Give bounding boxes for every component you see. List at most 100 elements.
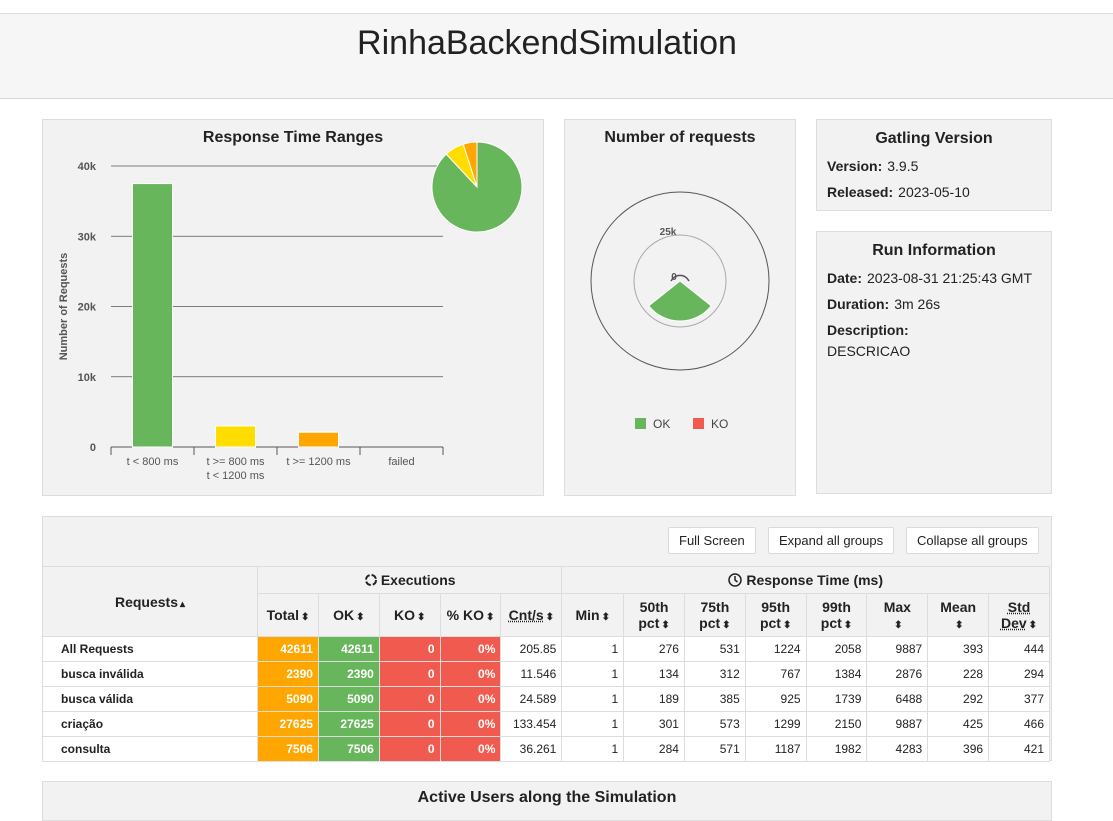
cell-total: 27625: [257, 711, 319, 737]
description-label: Description:: [827, 322, 909, 338]
table-row[interactable]: busca válida 5090 5090 0 0% 24.589 1 189 385 925 1…: [41, 686, 1050, 712]
column-header-ko[interactable]: % KO ⬍: [439, 593, 502, 637]
cell-ko: 0: [378, 736, 441, 762]
sort-icon: ⬍: [485, 612, 495, 623]
cell-max: 6488: [866, 686, 929, 712]
cell-mean: 393: [927, 636, 990, 662]
cell-min: 1: [561, 711, 625, 737]
cell-cnt-s: 205.85: [500, 636, 563, 662]
cell-ko: 0: [378, 686, 441, 712]
cell-99th-pct: 1739: [805, 686, 868, 712]
sort-icon: ⬍: [300, 612, 310, 623]
run-information-title: Run Information: [872, 242, 996, 259]
cell-ok: 2390: [317, 661, 380, 687]
version-label: Version:: [827, 158, 883, 174]
request-name[interactable]: busca inválida: [41, 661, 259, 687]
table-row[interactable]: All Requests 42611 42611 0 0% 205.85 1 276 531 12…: [41, 636, 1050, 662]
cell-50th-pct: 134: [623, 661, 685, 687]
cell-cnt-s: 24.589: [500, 686, 563, 712]
sort-icon: ⬍: [843, 620, 853, 631]
request-name[interactable]: criação: [41, 711, 259, 737]
description-value: DESCRICAO: [827, 343, 911, 359]
cell-95th-pct: 925: [744, 686, 807, 712]
sort-icon: ⬍: [954, 620, 964, 631]
column-header-label: Min: [575, 607, 600, 623]
column-header-total[interactable]: Total ⬍: [257, 593, 319, 637]
column-header-label: KO: [394, 607, 415, 623]
cell-95th-pct: 1299: [744, 711, 807, 737]
cell-min: 1: [561, 636, 625, 662]
bar-t-800-ms: [132, 183, 173, 448]
cell-ko: 0: [378, 711, 441, 737]
cell-ok: 5090: [317, 686, 380, 712]
duration-value: 3m 26s: [894, 296, 941, 312]
cell-max: 2876: [866, 661, 929, 687]
response-time-header: Response Time (ms): [561, 566, 1050, 594]
column-header-std-dev[interactable]: Std Dev ⬍: [988, 593, 1050, 637]
response-time-ranges-chart: 0 10k 20k 30k 40k Number of Requests t < 800 m…: [58, 141, 523, 482]
column-header-75th-pct[interactable]: 75th pct ⬍: [683, 593, 746, 637]
cell-std-dev: 444: [988, 636, 1050, 662]
column-header-max[interactable]: Max ⬍: [866, 593, 929, 637]
cell-total: 5090: [257, 686, 319, 712]
column-header-ok[interactable]: OK ⬍: [317, 593, 380, 637]
table-row[interactable]: criação 27625 27625 0 0% 133.454 1 301 573 1299 21…: [41, 711, 1050, 737]
column-header-ko[interactable]: KO ⬍: [378, 593, 441, 637]
duration-row: Duration: 3m 26s: [827, 296, 940, 312]
table-row[interactable]: busca inválida 2390 2390 0 0% 11.546 1 134 312 76…: [41, 661, 1050, 687]
executions-header: Executions: [257, 566, 563, 594]
cell-ok: 42611: [317, 636, 380, 662]
column-header-label: Max: [883, 599, 911, 615]
cell-mean: 396: [927, 736, 990, 762]
cell-std-dev: 466: [988, 711, 1050, 737]
column-header-label: OK: [333, 607, 355, 623]
cell-ok: 7506: [317, 736, 380, 762]
cell-95th-pct: 767: [744, 661, 807, 687]
version-row: Version: 3.9.5: [827, 158, 918, 174]
cell-ok: 27625: [317, 711, 380, 737]
column-header-99th-pct[interactable]: 99th pct ⬍: [805, 593, 868, 637]
request-name[interactable]: All Requests: [41, 636, 259, 662]
bar-t-1200-ms: [298, 431, 339, 448]
cell-total: 2390: [257, 661, 319, 687]
column-header-95th-pct[interactable]: 95th pct ⬍: [744, 593, 807, 637]
table-row[interactable]: consulta 7506 7506 0 0% 36.261 1 284 571 1187 1982…: [41, 736, 1050, 762]
request-name[interactable]: busca válida: [41, 686, 259, 712]
response-time-ranges-panel: Response Time Ranges 0 10k 20k 30k 40k Number…: [42, 119, 544, 496]
full-screen-button[interactable]: Full Screen: [668, 527, 756, 554]
cell-total: 42611: [257, 636, 319, 662]
column-header-label: Cnt/s: [508, 607, 544, 623]
cell-50th-pct: 301: [623, 711, 685, 737]
y-tick-label: 20k: [78, 302, 97, 314]
released-row: Released: 2023-05-10: [827, 184, 970, 200]
column-header-cnt-s[interactable]: Cnt/s ⬍: [500, 593, 563, 637]
column-header-mean[interactable]: Mean ⬍: [927, 593, 990, 637]
column-header-label: % KO: [446, 607, 484, 623]
released-label: Released:: [827, 184, 894, 200]
active-users-title: Active Users along the Simulation: [417, 789, 677, 806]
cell-max: 4283: [866, 736, 929, 762]
column-header-min[interactable]: Min ⬍: [561, 593, 625, 637]
cell-cnt-s: 36.261: [500, 736, 563, 762]
requests-header[interactable]: Requests ▴: [41, 566, 259, 637]
sort-up-icon: ▴: [180, 598, 186, 610]
y-axis-label: Number of Requests: [58, 253, 70, 361]
collapse-all-groups-button[interactable]: Collapse all groups: [906, 527, 1039, 554]
request-name[interactable]: consulta: [41, 736, 259, 762]
cell-ko: 0%: [439, 636, 502, 662]
cell-95th-pct: 1187: [744, 736, 807, 762]
run-information-panel: Run Information Date: 2023-08-31 21:25:43…: [816, 231, 1052, 494]
cell-75th-pct: 385: [683, 686, 746, 712]
sort-icon: ⬍: [782, 620, 792, 631]
cell-ko: 0: [378, 661, 441, 687]
x-tick-label: t < 800 ms: [127, 456, 179, 468]
cell-ko: 0%: [439, 736, 502, 762]
expand-all-groups-button[interactable]: Expand all groups: [768, 527, 895, 554]
x-tick-label: t >= 800 ms: [206, 456, 265, 468]
sort-icon: ⬍: [545, 612, 555, 623]
cell-cnt-s: 133.454: [500, 711, 563, 737]
page-header: RinhaBackendSimulation: [0, 14, 1113, 99]
column-header-50th-pct[interactable]: 50th pct ⬍: [623, 593, 685, 637]
cell-99th-pct: 1982: [805, 736, 868, 762]
cell-std-dev: 377: [988, 686, 1050, 712]
